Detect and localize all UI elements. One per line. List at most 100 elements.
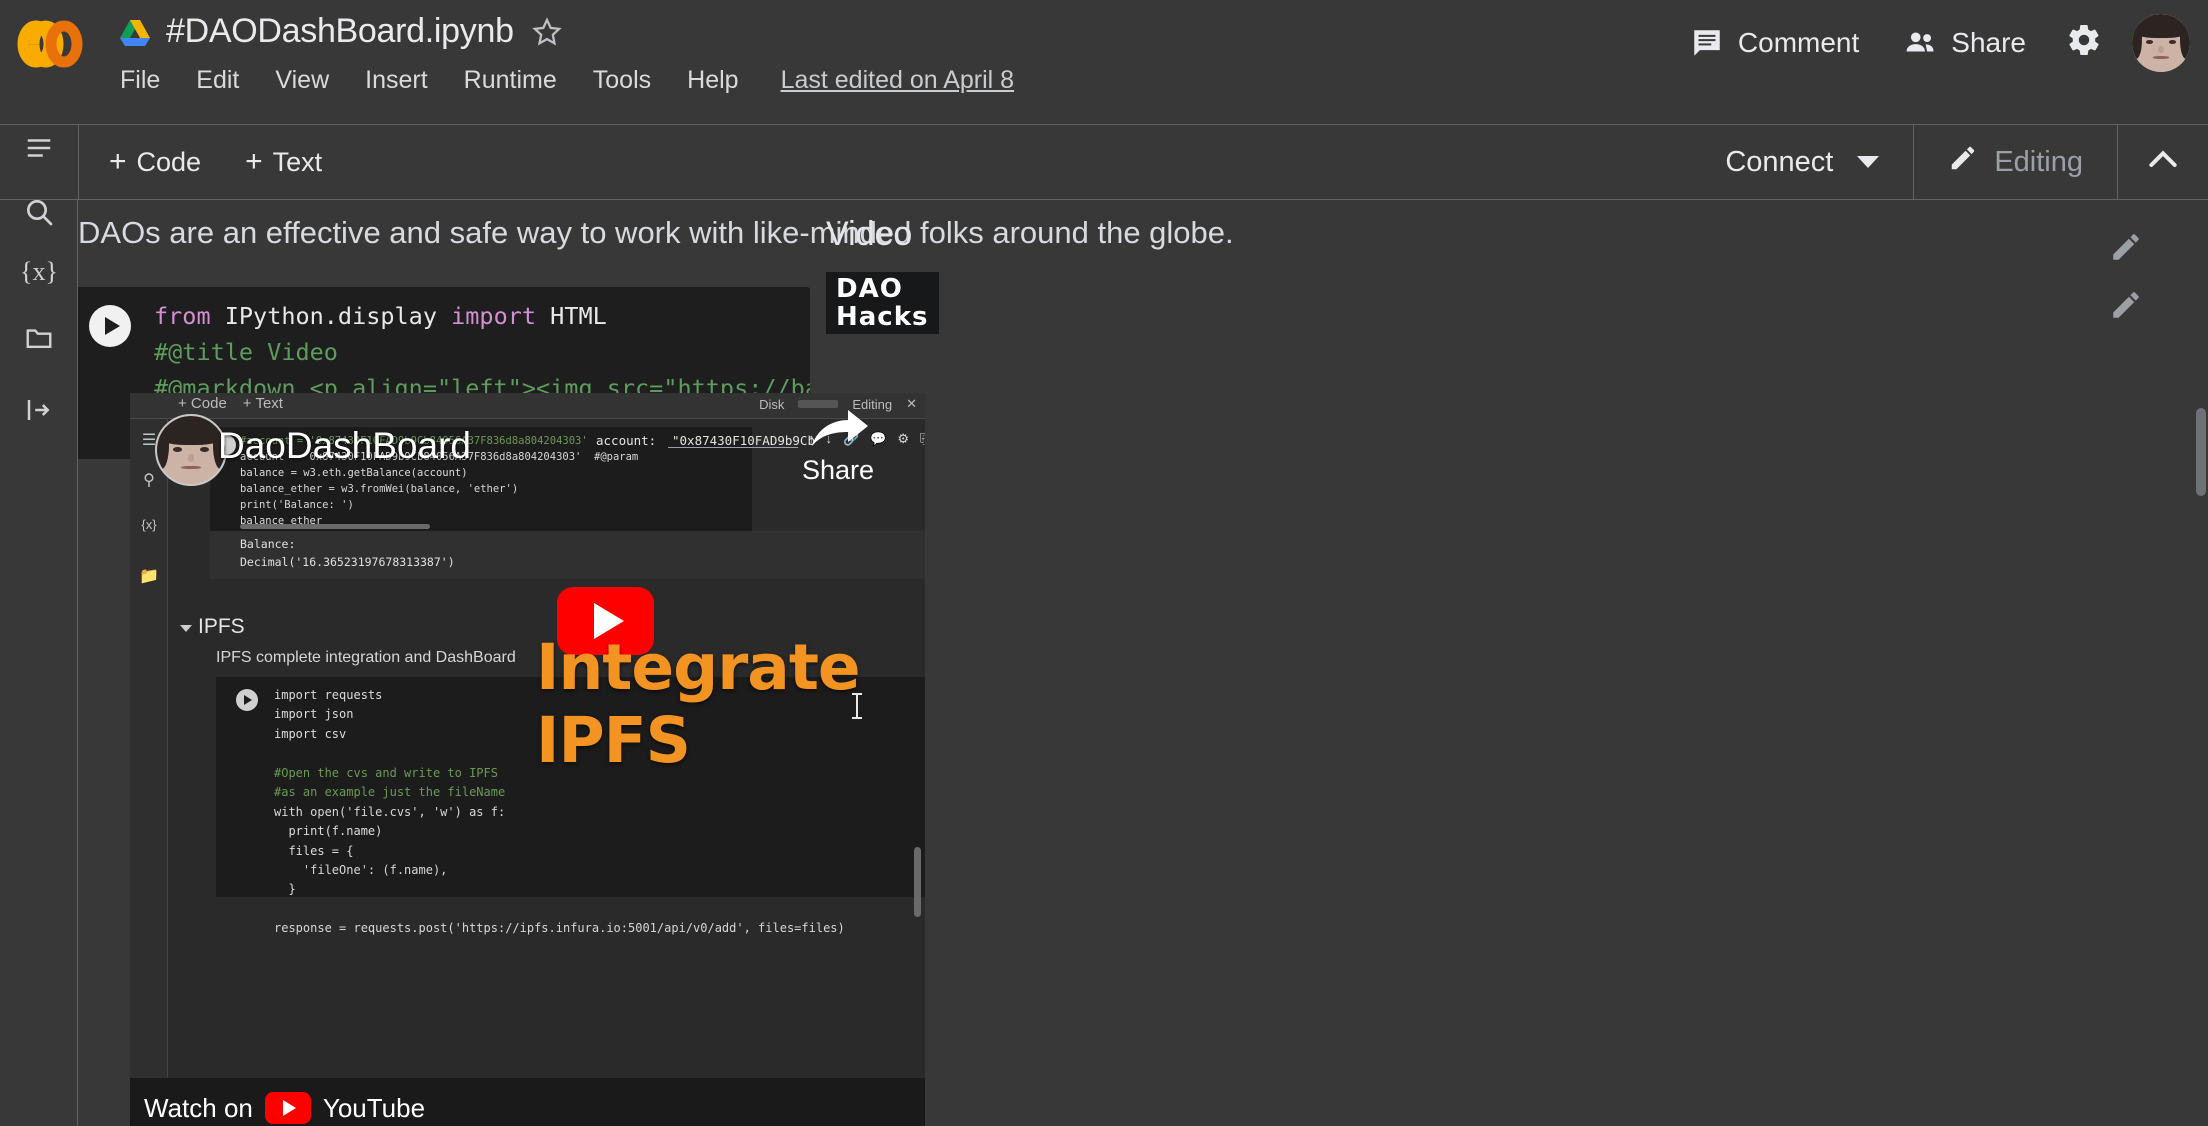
code-token: IPython.display [224,302,452,330]
code-token: #@title Video [154,338,338,367]
edit-pencil-icon-2[interactable] [2109,288,2143,322]
code-token: import [451,302,551,330]
inner-ipfs-heading: IPFS [198,615,245,638]
code-token: from [154,302,225,330]
chevron-down-icon[interactable] [1857,156,1880,168]
pencil-icon [1948,143,1978,181]
inner-code-line: 'fileOne': (f.name), [274,862,448,877]
notebook-toolbar: + Code + Text Connect Editing [0,124,2208,200]
overlay-avatar-face [157,416,225,484]
people-icon [1903,26,1937,60]
rail-item-variables[interactable]: {x} [0,242,78,302]
share-arrow-icon[interactable] [810,406,870,452]
video-share-label: Share [802,455,875,485]
code-token: HTML [550,302,607,330]
code-line: from IPython.display import HTML [154,298,810,334]
dao-thumb-line2: Hacks [836,302,929,332]
text-cursor [852,693,862,719]
inner-code-line: Balance: [240,537,296,551]
markdown-paragraph: DAOs are an effective and safe way to wo… [78,215,1234,250]
inner-close-icon: ✕ [906,396,917,411]
video-frame: + Code + Text Disk Editing ✕ ☰ ⚲ {x} 📁 #… [130,393,925,1126]
dao-thumb-line1: DAO [836,273,903,304]
youtube-video-embed[interactable]: + Code + Text Disk Editing ✕ ☰ ⚲ {x} 📁 #… [130,393,925,1126]
inner-add-code: + Code [178,395,227,412]
inner-account-label: account: [596,433,657,448]
integrate-ipfs-text: Integrate IPFS [536,631,861,777]
plus-icon: + [109,145,127,178]
menu-item-view[interactable]: View [275,66,329,95]
last-edited-link[interactable]: Last edited on April 8 [781,66,1015,95]
comment-icon-small: 💬 [870,431,887,446]
add-text-label: Text [272,146,323,177]
menu-item-insert[interactable]: Insert [365,66,428,95]
inner-ipfs-subtitle: IPFS complete integration and DashBoard [216,649,516,666]
inner-code-line: print('Balance: ') [240,498,354,511]
header-actions: Comment Share [1668,12,2190,73]
menu-item-runtime[interactable]: Runtime [464,66,557,95]
chevron-up-icon [2143,140,2183,185]
app-header: #DAODashBoard.ipynb File Edit View Inser… [0,0,2208,124]
rail-item-search[interactable] [0,182,78,242]
youtube-label: YouTube [322,1092,426,1123]
inner-output-1-text: Balance: Decimal('16.36523197678313387') [240,536,455,572]
inner-code-line: Decimal('16.36523197678313387') [240,554,455,569]
avatar[interactable] [2132,13,2190,72]
comment-icon [1690,26,1724,60]
rail-item-files[interactable] [0,308,78,368]
add-code-label: Code [136,146,202,177]
gear-icon [2066,22,2100,56]
menu-item-file[interactable]: File [120,66,160,95]
star-outline-icon[interactable] [530,15,564,49]
inner-vertical-scrollbar [914,847,921,917]
inner-sidebar: ☰ ⚲ {x} 📁 [130,419,168,1126]
google-drive-icon [120,18,150,46]
notebook-content: DAOs are an effective and safe way to wo… [78,200,2208,1126]
toolbar-left-group: + Code + Text [78,125,330,199]
watch-on-youtube[interactable]: Watch on YouTube [144,1092,425,1124]
left-rail: {x} [0,139,78,1126]
watch-on-label: Watch on [144,1092,253,1123]
inner-variables-icon: {x} [141,516,157,532]
inner-code-line: } [274,882,296,897]
video-overlay-avatar [155,414,227,486]
add-code-cell-button[interactable]: + Code [101,143,209,182]
editing-status[interactable]: Editing [1914,125,2118,199]
menu-item-edit[interactable]: Edit [196,66,239,95]
menu-item-help[interactable]: Help [687,66,738,95]
add-text-cell-button[interactable]: + Text [237,143,330,182]
inner-account-field [668,431,798,448]
toolbar-right-group: Connect Editing [1691,125,2208,199]
comment-label: Comment [1737,26,1860,58]
menu-item-tools[interactable]: Tools [593,66,651,95]
inner-output-1: Balance: Decimal('16.36523197678313387') [210,531,925,579]
inner-code-line [274,900,845,919]
connect-button[interactable]: Connect [1691,125,1915,199]
edit-pencil-icon[interactable] [2109,230,2143,264]
inner-toolbar: + Code + Text Disk Editing ✕ [130,393,925,419]
run-cell-button[interactable] [89,305,131,347]
rail-item-toc[interactable] [0,118,78,178]
inner-code-line: files = { [274,843,354,858]
inner-files-icon: 📁 [139,568,159,585]
inner-code-line: response = requests.post('https://ipfs.i… [274,921,845,936]
avatar-face [2132,13,2190,72]
colab-logo[interactable] [14,18,86,70]
page-scrollbar[interactable] [2196,408,2206,496]
inner-code-line: print(f.name) [274,824,383,839]
document-title-row: #DAODashBoard.ipynb [120,12,564,51]
share-button[interactable]: Share [1881,18,2048,68]
plus-icon: + [245,145,263,178]
inner-add-text: + Text [242,395,283,412]
page-title[interactable]: #DAODashBoard.ipynb [166,12,514,51]
share-label: Share [1951,26,2026,58]
settings-icon-small: ⚙ [897,431,910,446]
inner-code-line: #as an example just the fileName [274,785,506,800]
code-line: #@title Video [154,334,810,370]
comment-button[interactable]: Comment [1668,18,1881,68]
collapse-header-button[interactable] [2118,125,2208,199]
inner-code-line: balance = w3.eth.getBalance(account) [240,466,468,479]
settings-button[interactable] [2048,12,2118,73]
video-overlay-title: DaoDashBoard [218,425,471,466]
rail-item-terminal[interactable] [0,380,78,440]
